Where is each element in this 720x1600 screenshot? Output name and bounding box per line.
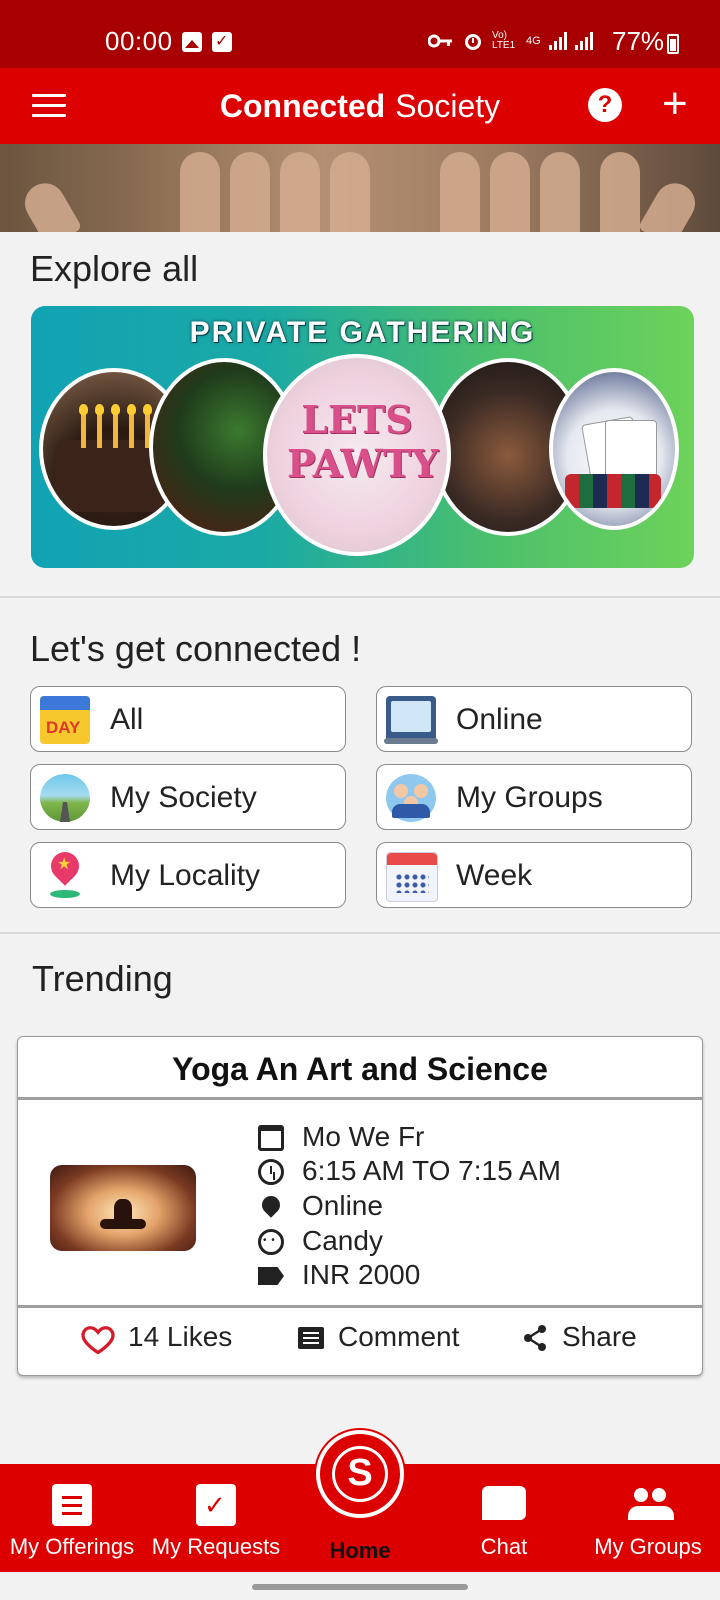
- comment-button[interactable]: Comment: [338, 1321, 459, 1353]
- nav-my-offerings-label: My Offerings: [9, 1534, 135, 1559]
- add-icon[interactable]: +: [662, 82, 688, 126]
- event-days: Mo We Fr: [302, 1121, 425, 1152]
- chat-icon: [482, 1486, 526, 1520]
- day-calendar-icon: DAY: [40, 696, 90, 744]
- filter-my-society-button[interactable]: My Society: [30, 764, 346, 830]
- trending-title: Trending: [32, 958, 173, 999]
- filter-week-button[interactable]: Week: [376, 842, 692, 908]
- share-button[interactable]: Share: [562, 1321, 637, 1353]
- status-bar: 00:00 Vo) LTE1 4G 77%: [0, 0, 720, 68]
- heart-icon[interactable]: [80, 1321, 116, 1357]
- section-divider: [0, 932, 720, 934]
- nav-chat-label: Chat: [480, 1534, 528, 1559]
- network-type: 4G: [526, 35, 541, 47]
- event-time: 6:15 AM TO 7:15 AM: [302, 1155, 561, 1186]
- banner-lets-pawty-image: LETS PAWTY: [263, 354, 451, 556]
- like-count[interactable]: 14 Likes: [128, 1321, 232, 1353]
- nav-home-label[interactable]: Home: [316, 1538, 404, 1564]
- gallery-notification-icon: [182, 32, 202, 52]
- hero-banner-hands: [0, 144, 720, 232]
- share-icon[interactable]: [522, 1323, 548, 1353]
- alarm-clock-icon: [258, 1159, 284, 1185]
- section-divider: [0, 596, 720, 598]
- comment-icon[interactable]: [298, 1327, 324, 1349]
- clipboard-list-icon: [52, 1484, 92, 1526]
- filter-my-society-label: My Society: [110, 781, 257, 814]
- signal-icon: [548, 32, 567, 50]
- key-icon: [428, 34, 452, 48]
- gesture-bar: [0, 1572, 720, 1600]
- face-icon: [258, 1229, 284, 1255]
- event-thumbnail[interactable]: [50, 1165, 196, 1251]
- signal-icon-2: [574, 32, 593, 50]
- filter-my-locality-button[interactable]: My Locality: [30, 842, 346, 908]
- connect-title: Let's get connected !: [30, 628, 362, 669]
- help-icon[interactable]: ?: [588, 88, 622, 122]
- network-label: Vo) LTE1: [492, 30, 516, 51]
- trending-event-card[interactable]: Yoga An Art and Science Mo We Fr 6:15 AM…: [17, 1036, 703, 1376]
- app-bar: Connected Society ? +: [0, 68, 720, 144]
- city-icon: [40, 774, 90, 822]
- nav-my-requests[interactable]: My Requests: [144, 1464, 288, 1572]
- price-tag-icon: [258, 1267, 284, 1285]
- nav-my-groups-label: My Groups: [594, 1534, 702, 1559]
- filter-all-button[interactable]: DAY All: [30, 686, 346, 752]
- laptop-icon: [384, 696, 438, 744]
- task-notification-icon: [212, 32, 232, 52]
- event-price: INR 2000: [302, 1259, 421, 1290]
- card-divider: [18, 1097, 702, 1100]
- location-icon: [258, 1192, 284, 1218]
- banner-title: PRIVATE GATHERING: [189, 316, 536, 349]
- battery-icon: [667, 34, 679, 54]
- week-calendar-icon: [386, 852, 438, 902]
- event-title: Yoga An Art and Science: [172, 1051, 548, 1087]
- filter-my-groups-button[interactable]: My Groups: [376, 764, 692, 830]
- event-host: Candy: [302, 1225, 383, 1256]
- app-title-regular: Society: [395, 88, 501, 124]
- clipboard-check-icon: [196, 1484, 236, 1526]
- private-gathering-banner[interactable]: PRIVATE GATHERING LETS PAWTY: [31, 306, 694, 568]
- nav-chat[interactable]: Chat: [432, 1464, 576, 1572]
- filter-week-label: Week: [456, 859, 533, 892]
- app-title-bold: Connected: [219, 88, 386, 124]
- filter-online-label: Online: [456, 703, 543, 736]
- card-actions: 14 Likes Comment Share: [18, 1307, 702, 1373]
- battery-percent: 77%: [612, 26, 665, 56]
- people-icon: [386, 774, 436, 822]
- banner-text: LETS PAWTY: [287, 397, 439, 486]
- filter-my-groups-label: My Groups: [456, 781, 603, 814]
- calendar-icon: [258, 1125, 284, 1151]
- groups-icon: [628, 1484, 674, 1526]
- day-icon-text: DAY: [46, 718, 81, 737]
- nav-my-offerings[interactable]: My Offerings: [0, 1464, 144, 1572]
- filter-all-label: All: [110, 703, 144, 736]
- home-logo-icon: S: [347, 1452, 373, 1494]
- banner-cards-image: [549, 368, 679, 530]
- location-pin-icon: [40, 852, 90, 900]
- filter-my-locality-label: My Locality: [110, 859, 261, 892]
- filter-online-button[interactable]: Online: [376, 686, 692, 752]
- nav-my-groups[interactable]: My Groups: [576, 1464, 720, 1572]
- nav-my-requests-label: My Requests: [151, 1534, 281, 1559]
- alarm-icon: [465, 34, 481, 50]
- event-location: Online: [302, 1190, 383, 1221]
- explore-title: Explore all: [30, 248, 199, 289]
- gesture-handle[interactable]: [252, 1584, 468, 1590]
- nav-home-button[interactable]: S: [316, 1430, 404, 1518]
- status-time: 00:00: [105, 26, 173, 56]
